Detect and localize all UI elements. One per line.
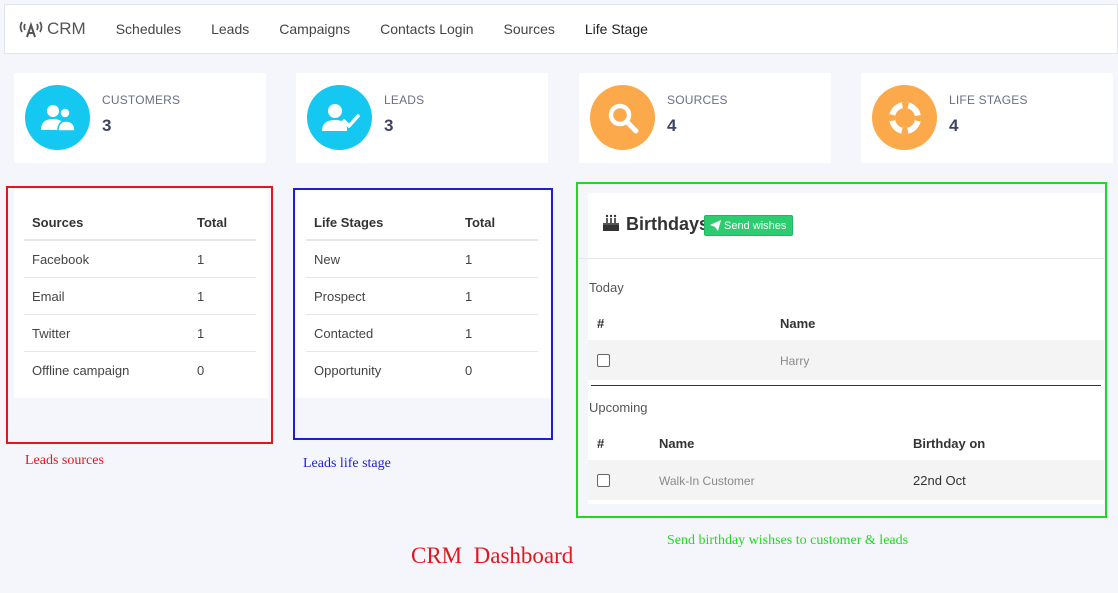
nav-schedules[interactable]: Schedules (116, 21, 181, 37)
broadcast-logo-icon (19, 21, 43, 38)
nav-campaigns[interactable]: Campaigns (279, 21, 350, 37)
customers-icon-circle (25, 85, 90, 150)
customers-count: 3 (102, 116, 112, 135)
dashboard-title: CRM Dashboard (411, 543, 574, 568)
birthday-frame (576, 182, 1107, 518)
nav-contacts-login[interactable]: Contacts Login (380, 21, 473, 37)
brand-name: CRM (47, 19, 86, 38)
lifebuoy-icon (888, 101, 921, 134)
search-icon (608, 103, 638, 133)
top-navbar: CRM Schedules Leads Campaigns Contacts L… (4, 4, 1118, 54)
sources-count: 4 (667, 116, 677, 135)
leads-sources-frame (6, 186, 273, 444)
birthday-caption: Send birthday wishses to customer & lead… (667, 533, 909, 548)
leads-label: LEADS (384, 93, 425, 107)
nav-life-stage[interactable]: Life Stage (585, 21, 648, 37)
life-stages-count: 4 (949, 116, 959, 135)
life-stages-card[interactable]: LIFE STAGES 4 (861, 73, 1113, 163)
sources-icon-circle (590, 85, 655, 150)
nav-sources[interactable]: Sources (504, 21, 555, 37)
leads-icon-circle (307, 85, 372, 150)
leads-sources-caption: Leads sources (25, 453, 104, 468)
life-stages-icon-circle (872, 85, 937, 150)
life-stages-label: LIFE STAGES (949, 93, 1028, 107)
sources-label: SOURCES (667, 93, 728, 107)
user-check-icon (321, 103, 360, 131)
leads-count: 3 (384, 116, 394, 135)
customers-card[interactable]: CUSTOMERS 3 (14, 73, 266, 163)
brand[interactable]: CRM (19, 18, 86, 40)
customers-label: CUSTOMERS (102, 93, 181, 107)
nav-leads[interactable]: Leads (211, 21, 249, 37)
leads-card[interactable]: LEADS 3 (296, 73, 548, 163)
leads-life-stage-frame (293, 188, 553, 440)
leads-life-stage-caption: Leads life stage (303, 456, 391, 471)
users-icon (40, 104, 76, 132)
sources-card[interactable]: SOURCES 4 (579, 73, 831, 163)
